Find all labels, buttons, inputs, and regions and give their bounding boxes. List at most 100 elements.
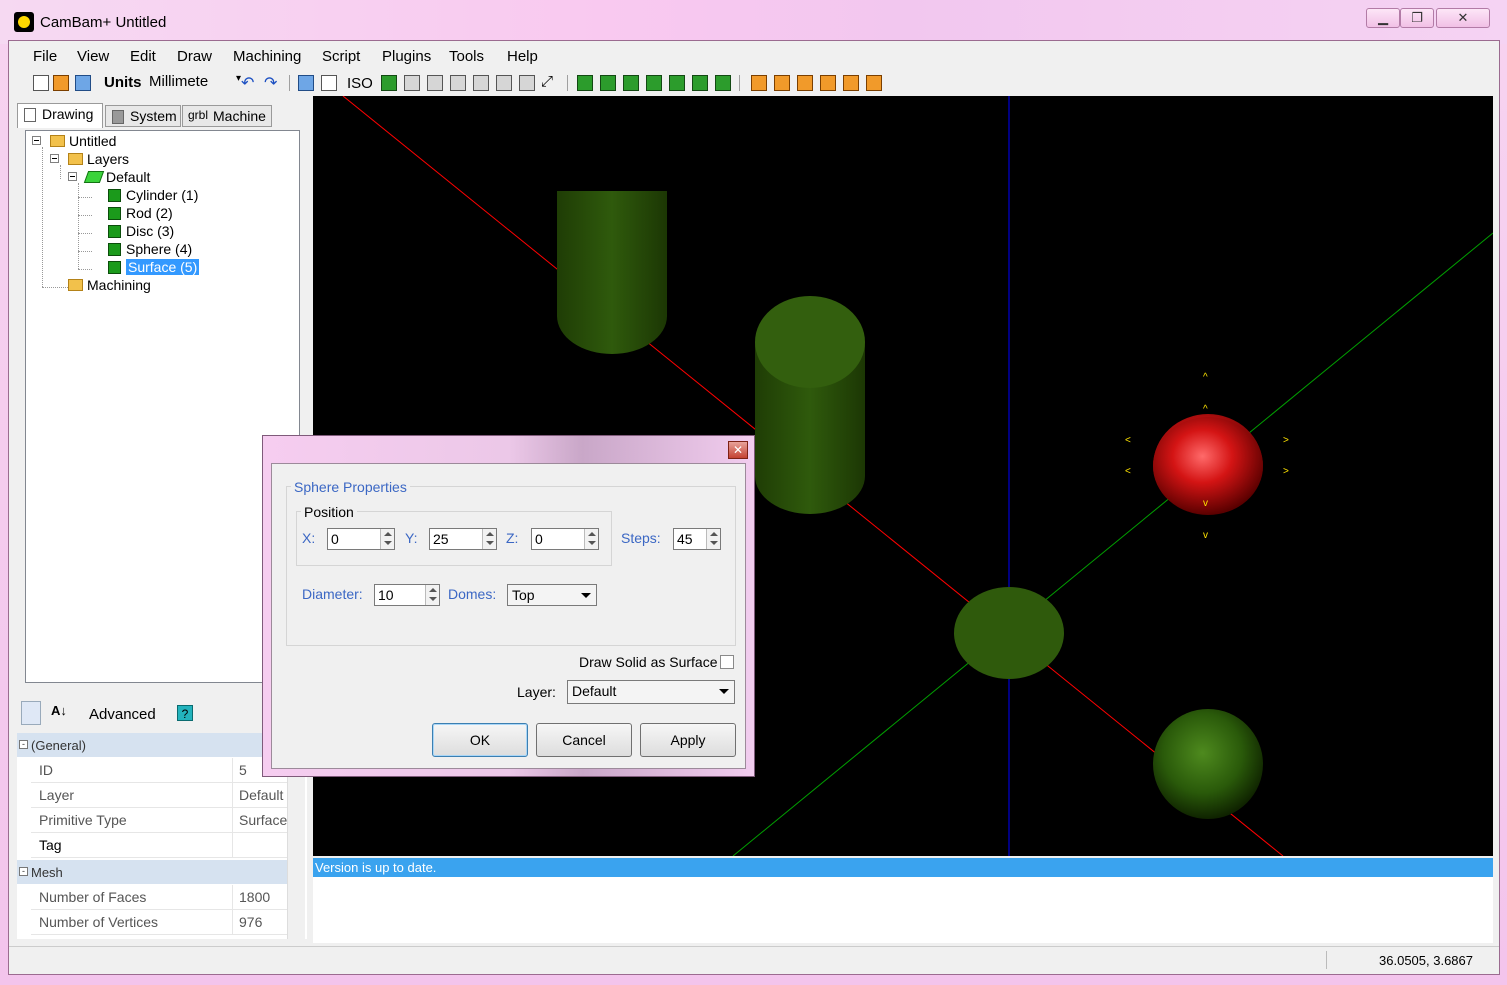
iso-view-button[interactable]: ISO [347, 75, 373, 92]
prop-row-layer[interactable]: Layer Default [31, 783, 287, 808]
category-mesh[interactable]: - Mesh [17, 860, 287, 884]
prop-key: Layer [39, 787, 75, 803]
cylinder-solid[interactable] [755, 296, 865, 514]
prop-row-tag[interactable]: Tag [31, 833, 287, 858]
menu-tools[interactable]: Tools [449, 48, 484, 65]
view-bottom-icon[interactable] [427, 75, 443, 91]
pocket-icon[interactable] [600, 75, 616, 91]
view-top-icon[interactable] [404, 75, 420, 91]
tree-node-machining[interactable]: Machining [68, 277, 151, 293]
view-back-icon[interactable] [473, 75, 489, 91]
view-right-icon[interactable] [519, 75, 535, 91]
menu-edit[interactable]: Edit [130, 48, 156, 65]
zoom-extents-icon[interactable]: ⤢ [541, 73, 553, 90]
advanced-button[interactable]: Advanced [89, 706, 156, 723]
tree-node-label: Rod (2) [126, 205, 173, 221]
x-input[interactable]: 0 [327, 528, 395, 550]
save-icon[interactable] [75, 75, 91, 91]
tree-node-rod[interactable]: Rod (2) [108, 205, 173, 221]
prop-row-id[interactable]: ID 5 [31, 758, 287, 783]
snap-icon[interactable] [298, 75, 314, 91]
engrave-icon[interactable] [646, 75, 662, 91]
minimize-button[interactable]: ▁ [1366, 8, 1400, 28]
produce-gcode-icon[interactable] [774, 75, 790, 91]
spin-arrows-icon[interactable] [380, 529, 394, 549]
menu-draw[interactable]: Draw [177, 48, 212, 65]
menu-file[interactable]: File [33, 48, 57, 65]
sort-alpha-icon[interactable]: A↓ [51, 703, 67, 718]
tree-node-layers[interactable]: Layers [50, 151, 129, 167]
cancel-button[interactable]: Cancel [536, 723, 632, 757]
sphere-solid[interactable] [1153, 709, 1263, 819]
undo-icon[interactable]: ↶ [241, 73, 254, 93]
menu-script[interactable]: Script [322, 48, 360, 65]
tree-node-cylinder[interactable]: Cylinder (1) [108, 187, 198, 203]
3d-profile-icon[interactable] [715, 75, 731, 91]
tab-system[interactable]: System [105, 105, 181, 127]
new-file-icon[interactable] [33, 75, 49, 91]
menu-help[interactable]: Help [507, 48, 538, 65]
tab-drawing[interactable]: Drawing [17, 103, 103, 128]
collapse-icon[interactable] [68, 172, 77, 181]
open-folder-icon[interactable] [53, 75, 69, 91]
category-general[interactable]: - (General) [17, 733, 287, 757]
generate-toolpath-icon[interactable] [751, 75, 767, 91]
drawing-tree[interactable]: Untitled Layers Default Cylinder (1) Rod… [25, 130, 300, 683]
disc-solid[interactable] [954, 587, 1064, 679]
ok-button[interactable]: OK [432, 723, 528, 757]
tree-node-root[interactable]: Untitled [32, 133, 117, 149]
lathe-icon[interactable] [692, 75, 708, 91]
post-processor-icon[interactable] [820, 75, 836, 91]
layer-select[interactable]: Default [567, 680, 735, 704]
units-select[interactable]: Millimete ▾ [149, 73, 241, 93]
menu-view[interactable]: View [77, 48, 109, 65]
view-3d-icon[interactable] [381, 75, 397, 91]
help-icon[interactable]: ? [177, 705, 193, 721]
view-left-icon[interactable] [496, 75, 512, 91]
collapse-icon[interactable]: - [19, 740, 28, 749]
collapse-icon[interactable]: - [19, 867, 28, 876]
maximize-button[interactable]: ❐ [1400, 8, 1434, 28]
categorized-icon[interactable] [21, 701, 41, 725]
log-panel[interactable] [313, 877, 1493, 943]
grid-icon[interactable] [321, 75, 337, 91]
prop-value: 976 [239, 914, 263, 930]
selected-surface[interactable]: ^ ^ < < > > v v [1125, 372, 1289, 541]
diameter-input[interactable]: 10 [374, 584, 440, 606]
rod-solid[interactable] [557, 191, 667, 354]
z-input[interactable]: 0 [531, 528, 599, 550]
tree-node-label: Untitled [69, 133, 117, 149]
menu-plugins[interactable]: Plugins [382, 48, 431, 65]
prop-row-primitive-type[interactable]: Primitive Type Surface [31, 808, 287, 833]
prop-row-vertices[interactable]: Number of Vertices 976 [31, 910, 287, 935]
tab-machine[interactable]: grbl Machine [182, 105, 272, 127]
spin-arrows-icon[interactable] [584, 529, 598, 549]
text-icon[interactable] [669, 75, 685, 91]
stock-icon[interactable] [866, 75, 882, 91]
tree-node-surface[interactable]: Surface (5) [108, 259, 200, 275]
redo-icon[interactable]: ↷ [264, 73, 277, 93]
menu-machining[interactable]: Machining [233, 48, 301, 65]
steps-input[interactable]: 45 [673, 528, 721, 550]
tool-library-icon[interactable] [843, 75, 859, 91]
draw-solid-checkbox[interactable] [720, 655, 734, 669]
prop-row-faces[interactable]: Number of Faces 1800 [31, 885, 287, 910]
tree-node-sphere[interactable]: Sphere (4) [108, 241, 192, 257]
spin-arrows-icon[interactable] [706, 529, 720, 549]
tree-node-disc[interactable]: Disc (3) [108, 223, 174, 239]
view-front-icon[interactable] [450, 75, 466, 91]
dialog-close-button[interactable]: ✕ [728, 441, 748, 459]
spin-arrows-icon[interactable] [482, 529, 496, 549]
domes-select[interactable]: Top [507, 584, 597, 606]
wrench-icon [112, 110, 124, 124]
collapse-icon[interactable] [50, 154, 59, 163]
y-input[interactable]: 25 [429, 528, 497, 550]
spin-arrows-icon[interactable] [425, 585, 439, 605]
collapse-icon[interactable] [32, 136, 41, 145]
simulate-icon[interactable] [797, 75, 813, 91]
profile-icon[interactable] [577, 75, 593, 91]
close-window-button[interactable]: ✕ [1436, 8, 1490, 28]
drill-icon[interactable] [623, 75, 639, 91]
apply-button[interactable]: Apply [640, 723, 736, 757]
tree-node-default-layer[interactable]: Default [68, 169, 150, 185]
